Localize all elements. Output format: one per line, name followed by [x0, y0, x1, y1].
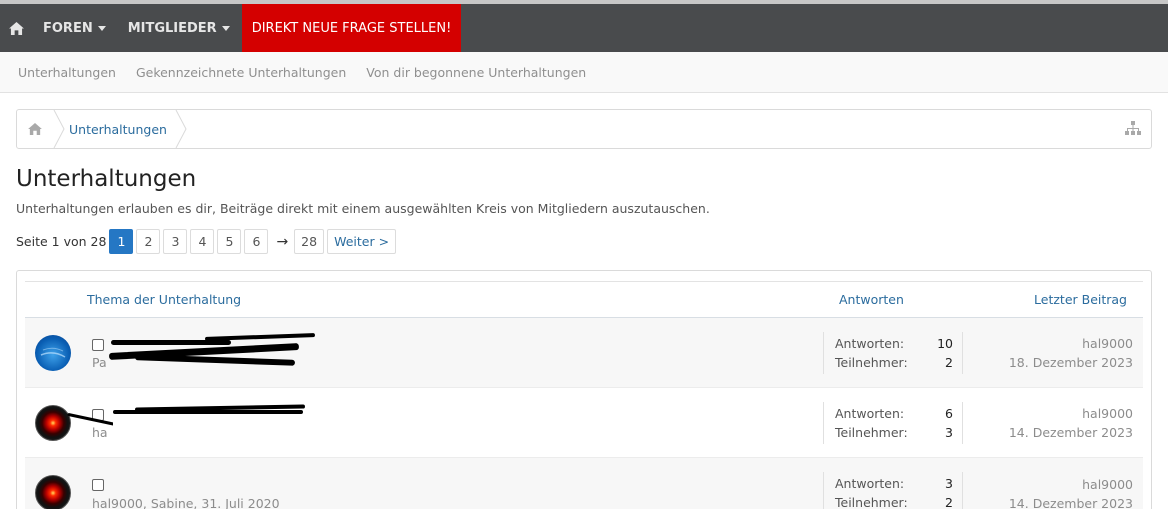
replies-label: Antworten:	[835, 476, 905, 491]
column-header-replies[interactable]: Antworten	[839, 292, 904, 307]
nav-foren[interactable]: FOREN	[32, 4, 117, 52]
nav-foren-label: FOREN	[43, 20, 93, 36]
breadcrumb-separator	[175, 110, 187, 148]
page-link[interactable]: 3	[163, 229, 188, 254]
breadcrumb: Unterhaltungen	[16, 109, 1152, 149]
last-post-date[interactable]: 18. Dezember 2023	[1009, 355, 1133, 370]
page-link-last[interactable]: 28	[294, 229, 325, 254]
subnav-conversations[interactable]: Unterhaltungen	[8, 65, 126, 80]
column-header-topic[interactable]: Thema der Unterhaltung	[87, 292, 241, 307]
reply-stats: Antworten: 6 Teilnehmer: 3	[823, 402, 963, 444]
pagination-label: Seite 1 von 28	[16, 234, 107, 249]
home-icon	[8, 21, 24, 35]
participants-stat: Teilnehmer: 3	[835, 425, 953, 440]
reply-stats: Antworten: 10 Teilnehmer: 2	[823, 332, 963, 374]
redaction-mark	[113, 414, 347, 437]
conversation-meta[interactable]: Pa	[92, 355, 107, 370]
participants-label: Teilnehmer:	[835, 355, 908, 370]
participants-count: 3	[945, 425, 953, 440]
reply-stats: Antworten: 3 Teilnehmer: 2	[823, 472, 963, 509]
breadcrumb-current[interactable]: Unterhaltungen	[65, 122, 175, 137]
participants-stat: Teilnehmer: 2	[835, 495, 953, 509]
page-link[interactable]: 4	[190, 229, 215, 254]
page-title: Unterhaltungen	[16, 166, 197, 192]
sub-navigation: Unterhaltungen Gekennzeichnete Unterhalt…	[0, 52, 1168, 93]
select-checkbox[interactable]	[92, 479, 104, 491]
sitemap-icon	[1125, 121, 1141, 135]
replies-stat: Antworten: 3	[835, 476, 953, 491]
conversation-meta[interactable]: hal9000, Sabine, 31. Juli 2020	[92, 496, 280, 509]
replies-count: 3	[945, 476, 953, 491]
list-item[interactable]: Pa Antworten: 10 Teilnehmer: 2 hal9000 1…	[25, 318, 1143, 388]
last-post-user[interactable]: hal9000	[1082, 336, 1133, 351]
page-link-current[interactable]: 1	[109, 229, 134, 254]
replies-stat: Antworten: 6	[835, 406, 953, 421]
list-item[interactable]: hal9000, Sabine, 31. Juli 2020 Antworten…	[25, 458, 1143, 509]
column-header-last-post[interactable]: Letzter Beitrag	[1034, 292, 1127, 307]
pagination: Seite 1 von 28 1 2 3 4 5 6 → 28 Weiter >	[16, 229, 399, 254]
conversation-meta[interactable]: ha	[92, 425, 108, 440]
replies-count: 10	[937, 336, 953, 351]
last-post-date[interactable]: 14. Dezember 2023	[1009, 496, 1133, 509]
nav-home-button[interactable]	[0, 4, 32, 52]
participants-label: Teilnehmer:	[835, 425, 908, 440]
last-post-date[interactable]: 14. Dezember 2023	[1009, 425, 1133, 440]
page-link[interactable]: 5	[217, 229, 242, 254]
main-navbar: FOREN MITGLIEDER DIREKT NEUE FRAGE STELL…	[0, 4, 1168, 52]
avatar[interactable]	[35, 405, 71, 441]
participants-label: Teilnehmer:	[835, 495, 908, 509]
table-header: Thema der Unterhaltung Antworten Letzter…	[25, 281, 1143, 318]
sitemap-button[interactable]	[1125, 121, 1141, 140]
nav-mitglieder[interactable]: MITGLIEDER	[117, 4, 241, 52]
breadcrumb-home[interactable]	[17, 110, 53, 148]
pagination-arrow: →	[276, 233, 289, 250]
home-icon	[28, 123, 42, 135]
avatar[interactable]	[35, 335, 71, 371]
redaction-mark	[204, 333, 316, 341]
subnav-started-conversations[interactable]: Von dir begonnene Unterhaltungen	[356, 65, 596, 80]
subnav-starred-conversations[interactable]: Gekennzeichnete Unterhaltungen	[126, 65, 356, 80]
nav-mitglieder-label: MITGLIEDER	[127, 20, 217, 36]
replies-stat: Antworten: 10	[835, 336, 953, 351]
page-description: Unterhaltungen erlauben es dir, Beiträge…	[16, 201, 710, 216]
conversation-list: Thema der Unterhaltung Antworten Letzter…	[16, 270, 1152, 509]
replies-label: Antworten:	[835, 406, 905, 421]
breadcrumb-separator	[53, 110, 65, 148]
select-checkbox[interactable]	[92, 339, 104, 351]
avatar[interactable]	[35, 475, 71, 509]
list-item[interactable]: ha Antworten: 6 Teilnehmer: 3 hal9000 14…	[25, 388, 1143, 458]
page-next-button[interactable]: Weiter >	[327, 229, 397, 254]
page-link[interactable]: 2	[136, 229, 161, 254]
participants-count: 2	[945, 355, 953, 370]
redaction-mark	[134, 354, 296, 366]
page-link[interactable]: 6	[244, 229, 269, 254]
nav-ask-question-button[interactable]: DIREKT NEUE FRAGE STELLEN!	[241, 4, 462, 52]
redaction-mark	[111, 340, 231, 345]
replies-label: Antworten:	[835, 336, 905, 351]
participants-count: 2	[945, 495, 953, 509]
caret-down-icon	[221, 25, 230, 31]
windows-logo-icon	[40, 347, 66, 358]
last-post-user[interactable]: hal9000	[1082, 406, 1133, 421]
last-post-user[interactable]: hal9000	[1082, 477, 1133, 492]
caret-down-icon	[97, 25, 106, 31]
participants-stat: Teilnehmer: 2	[835, 355, 953, 370]
replies-count: 6	[945, 406, 953, 421]
